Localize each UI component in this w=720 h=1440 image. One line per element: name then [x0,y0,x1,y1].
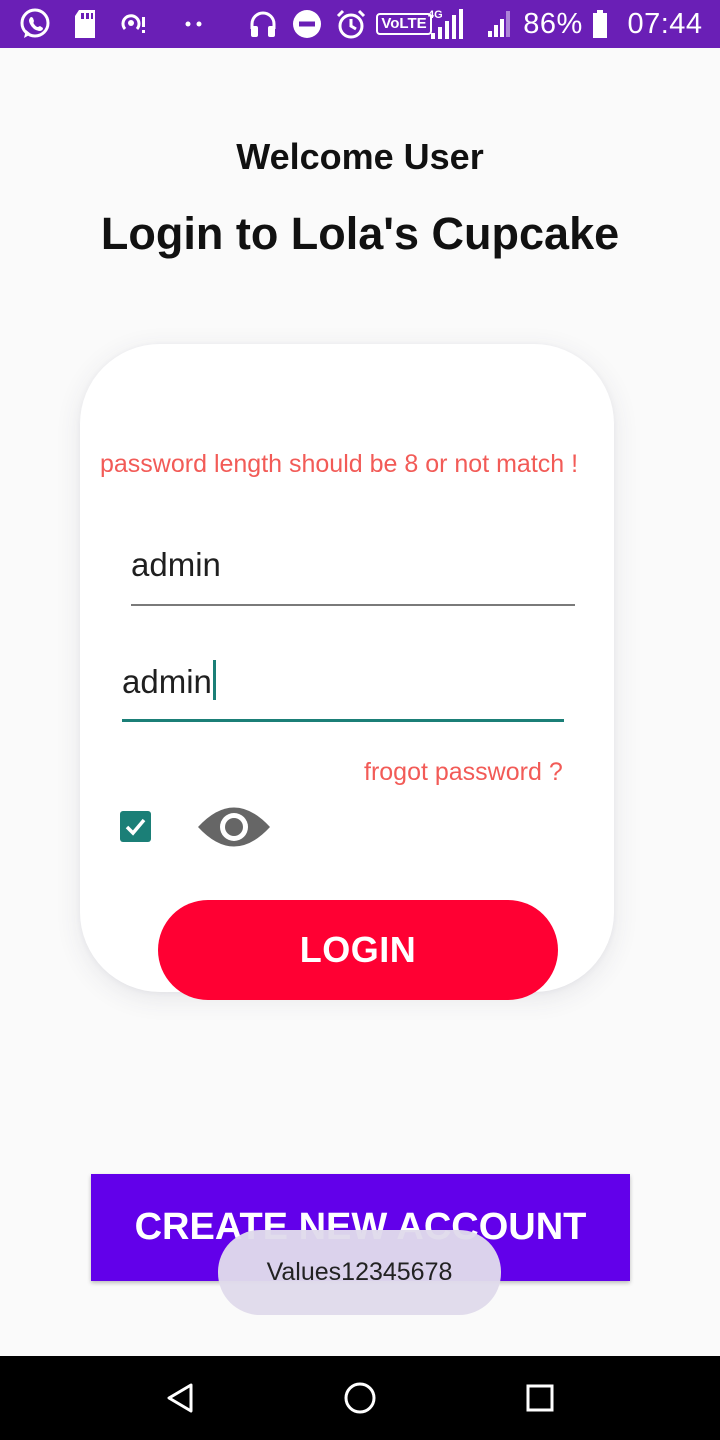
volte-label: VoLTE [376,13,432,35]
battery-icon [590,0,610,48]
hotspot-icon [116,0,150,48]
status-bar: VoLTE 4G 86% 07:44 [0,0,720,48]
check-icon [125,818,146,836]
headphones-icon [246,0,280,48]
username-value: admin [131,546,221,583]
alarm-icon [334,0,368,48]
remember-checkbox[interactable] [120,811,151,842]
forgot-password-link[interactable]: frogot password ? [364,758,563,787]
page-title: Login to Lola's Cupcake [100,208,620,259]
eye-icon[interactable] [196,800,272,854]
password-field[interactable]: admin [122,660,564,722]
password-value: admin [122,663,212,700]
login-button[interactable]: LOGIN [158,900,558,1000]
text-cursor [212,660,216,700]
whatsapp-icon [16,0,54,48]
volte-icon: VoLTE [376,0,432,48]
welcome-heading: Welcome User [236,136,484,177]
recents-icon[interactable] [500,1356,580,1440]
signal-icon [484,0,514,48]
do-not-disturb-icon [290,0,324,48]
toast-message: Values12345678 [218,1230,501,1315]
home-icon[interactable] [320,1356,400,1440]
back-icon[interactable] [140,1356,220,1440]
username-field[interactable]: admin [131,546,575,606]
clock: 07:44 [627,7,703,40]
svg-text:4G: 4G [428,9,443,21]
error-message: password length should be 8 or not match… [100,450,579,478]
username-underline [131,604,575,606]
password-underline [122,719,564,722]
battery-percent: 86% [523,7,583,40]
signal-icon: 4G [426,0,466,48]
navigation-bar [0,1356,720,1440]
more-dots-icon [180,0,208,48]
sd-card-icon [70,0,100,48]
